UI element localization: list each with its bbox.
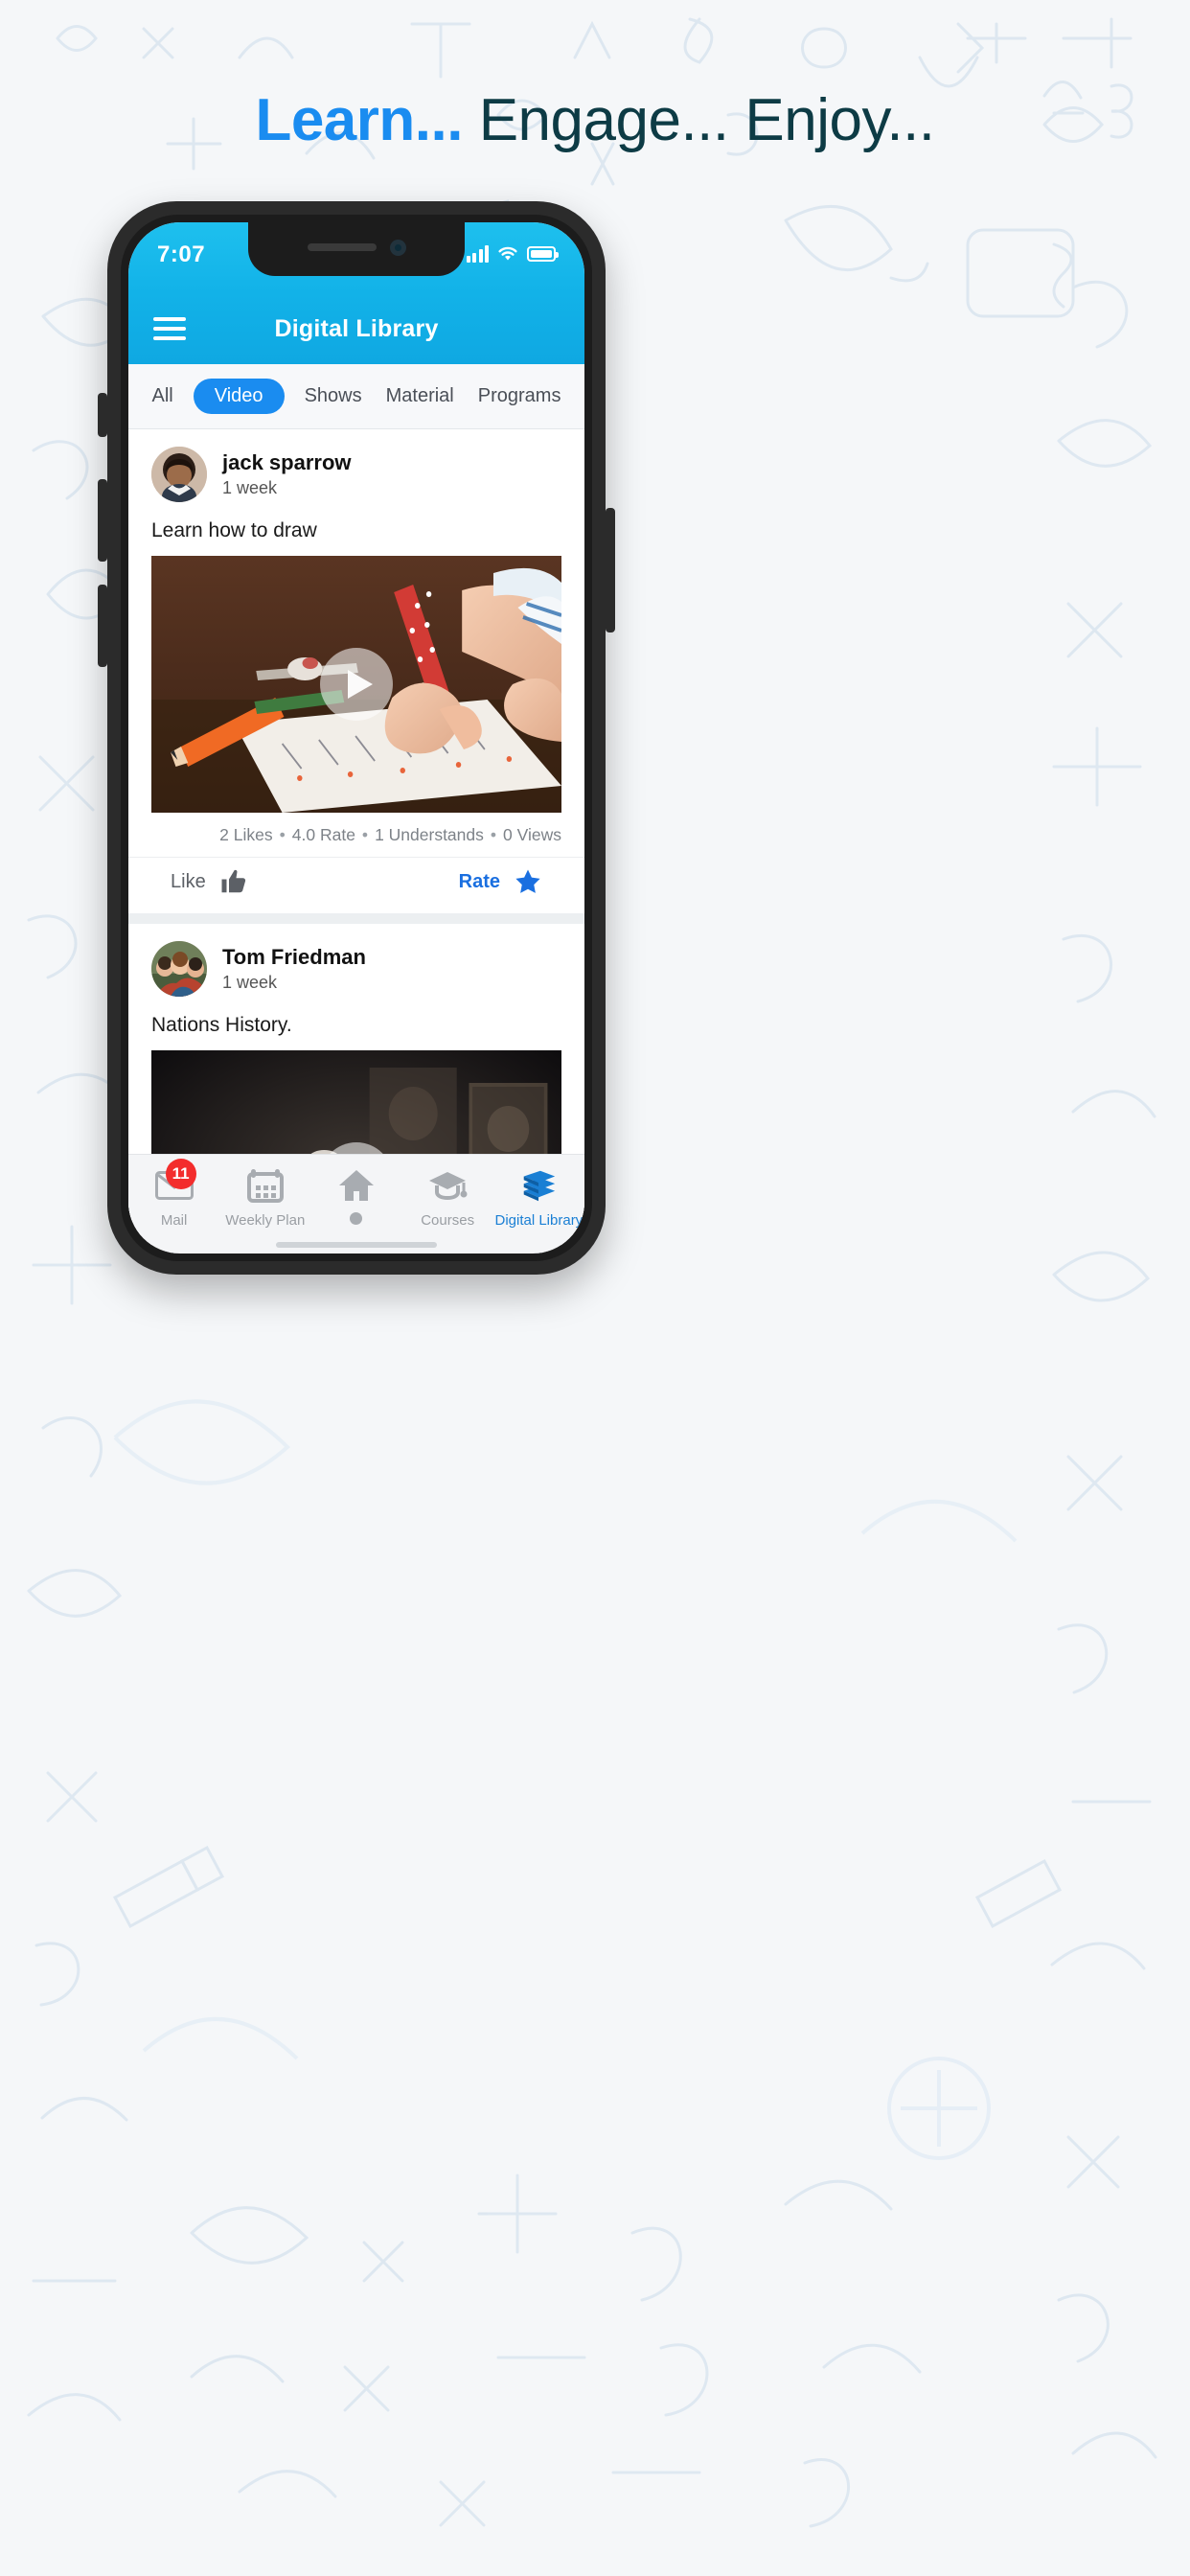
page-title: Digital Library	[274, 314, 439, 342]
app-store-screenshot: Learn... Engage... Enjoy... 7:07 Digital…	[0, 0, 1190, 2576]
phone-bezel: 7:07 Digital Library All Video Shows Mat…	[121, 215, 592, 1261]
nav-item-mail[interactable]: 11 Mail	[128, 1159, 219, 1229]
hamburger-menu-icon[interactable]	[153, 317, 186, 340]
tab-material[interactable]: Material	[382, 379, 458, 414]
tab-video[interactable]: Video	[193, 379, 285, 414]
post-video-thumbnail[interactable]	[151, 556, 561, 813]
phone-screen: 7:07 Digital Library All Video Shows Mat…	[128, 222, 584, 1254]
nav-label-mail: Mail	[160, 1212, 188, 1229]
post-understands-count: 1 Understands	[375, 825, 484, 844]
home-active-dot	[350, 1212, 363, 1225]
stat-separator: •	[490, 825, 497, 844]
battery-full-icon	[527, 246, 559, 262]
post-views-count: 0 Views	[503, 825, 561, 844]
category-tab-strip: All Video Shows Material Programs	[128, 364, 584, 429]
post-author-block: jack sparrow 1 week	[222, 449, 352, 499]
phone-notch	[248, 222, 465, 276]
feed-post: jack sparrow 1 week Learn how to draw 2 …	[128, 429, 584, 913]
headline-rest-text: Engage... Enjoy...	[462, 87, 935, 153]
post-header: jack sparrow 1 week	[128, 429, 584, 510]
calendar-icon	[245, 1166, 286, 1205]
wifi-icon	[498, 246, 517, 261]
nav-item-weekly-plan[interactable]: Weekly Plan	[219, 1166, 310, 1229]
like-button[interactable]: Like	[171, 867, 248, 896]
status-bar-icons	[466, 245, 559, 263]
nav-label-digital-library: Digital Library	[494, 1212, 584, 1229]
status-bar-time: 7:07	[157, 242, 206, 267]
graduation-cap-icon	[427, 1166, 468, 1205]
post-likes-count: 2 Likes	[219, 825, 273, 844]
phone-mockup: 7:07 Digital Library All Video Shows Mat…	[98, 201, 615, 1275]
home-icon	[336, 1166, 377, 1205]
stat-separator: •	[279, 825, 286, 844]
phone-mute-switch	[98, 393, 107, 437]
headline-accent-text: Learn...	[255, 87, 463, 153]
nav-label-weekly-plan: Weekly Plan	[225, 1212, 306, 1229]
cellular-signal-icon	[466, 245, 489, 263]
phone-volume-up-button	[98, 479, 107, 562]
tab-all[interactable]: All	[149, 379, 177, 414]
nav-item-home[interactable]	[310, 1166, 401, 1232]
phone-volume-down-button	[98, 585, 107, 667]
nav-label-courses: Courses	[421, 1212, 475, 1229]
rate-button-label: Rate	[458, 870, 500, 892]
rate-button[interactable]: Rate	[459, 867, 542, 896]
like-button-label: Like	[171, 870, 206, 892]
bottom-navigation-bar: 11 Mail Weekly Plan Courses Digital Libr…	[128, 1154, 584, 1254]
post-caption: Nations History.	[151, 1014, 292, 1036]
tab-shows[interactable]: Shows	[301, 379, 366, 414]
post-caption: Learn how to draw	[151, 519, 317, 541]
avatar[interactable]	[151, 941, 207, 997]
post-author-name: jack sparrow	[222, 450, 352, 475]
front-camera	[389, 239, 406, 256]
play-button-icon[interactable]	[320, 648, 393, 721]
post-timestamp: 1 week	[222, 477, 278, 497]
star-icon	[515, 869, 540, 893]
post-action-row: Like Rate	[128, 857, 584, 913]
stat-separator: •	[361, 825, 369, 844]
post-stats: 2 Likes • 4.0 Rate • 1 Understands • 0 Views	[128, 813, 584, 857]
post-timestamp: 1 week	[222, 972, 278, 992]
earpiece-speaker	[307, 243, 377, 251]
post-rate-value: 4.0 Rate	[291, 825, 355, 844]
mail-badge: 11	[165, 1159, 196, 1189]
post-author-block: Tom Friedman 1 week	[222, 944, 366, 994]
status-bar: 7:07	[128, 222, 584, 293]
nav-item-courses[interactable]: Courses	[402, 1166, 493, 1229]
hero-headline: Learn... Engage... Enjoy...	[0, 87, 1190, 153]
books-stack-icon	[518, 1166, 559, 1205]
post-author-name: Tom Friedman	[222, 945, 366, 970]
thumbs-up-icon	[221, 869, 245, 893]
nav-item-digital-library[interactable]: Digital Library	[493, 1166, 584, 1229]
tab-programs[interactable]: Programs	[474, 379, 565, 414]
mail-envelope-icon: 11	[154, 1159, 196, 1205]
app-bar: Digital Library	[128, 293, 584, 364]
feed-list[interactable]: jack sparrow 1 week Learn how to draw 2 …	[128, 429, 584, 1254]
home-indicator-bar	[276, 1242, 437, 1248]
avatar[interactable]	[151, 447, 207, 502]
phone-power-button	[606, 508, 615, 632]
post-header: Tom Friedman 1 week	[128, 924, 584, 1004]
